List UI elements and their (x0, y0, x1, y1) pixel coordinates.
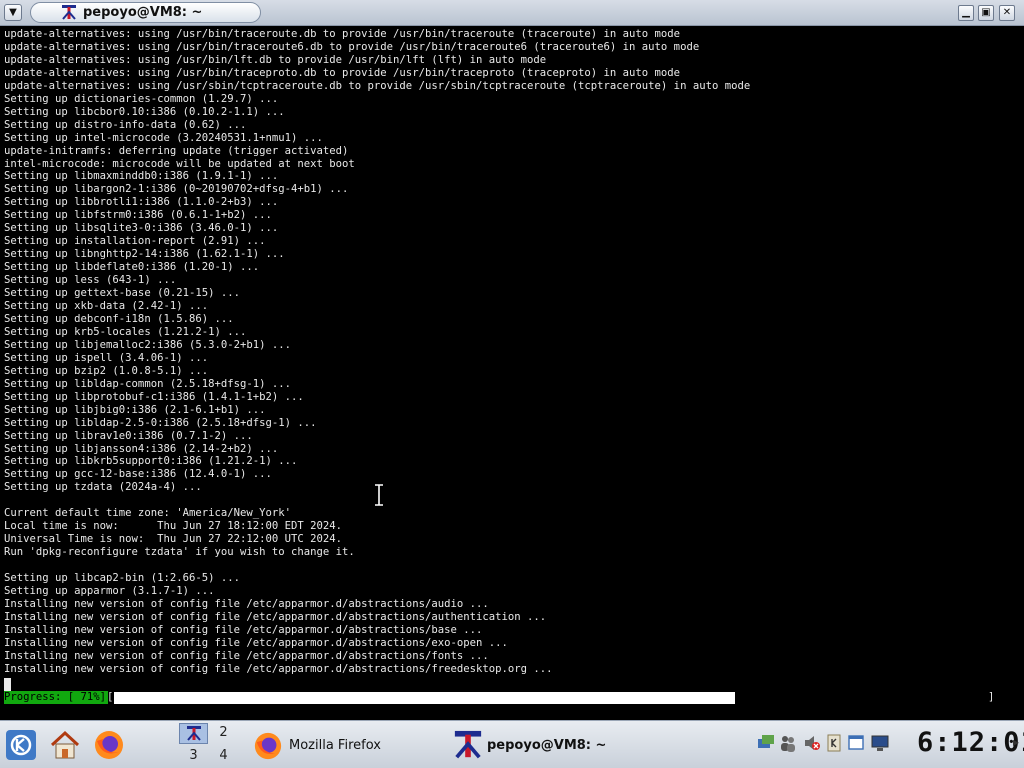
terminal-line: Universal Time is now: Thu Jun 27 22:12:… (4, 533, 343, 546)
system-tray (757, 733, 893, 755)
terminal-line: update-alternatives: using /usr/sbin/tcp… (4, 79, 751, 92)
maximize-icon: ▣ (981, 7, 991, 18)
desktop-4-label: 4 (219, 748, 228, 763)
klipper-icon[interactable] (825, 733, 843, 753)
desktop-4-button[interactable]: 4 (209, 746, 238, 767)
terminal-line: Setting up libprotobuf-c1:i386 (1.4.1-1+… (4, 390, 304, 403)
progress-label: Progress: [ 71%] (4, 691, 109, 704)
terminal-line: Setting up libmaxminddb0:i386 (1.9.1-1) … (4, 170, 279, 183)
terminal-line: Setting up libjansson4:i386 (2.14-2+b2) … (4, 442, 279, 455)
terminal-line: Setting up distro-info-data (0.62) ... (4, 118, 247, 131)
terminal-line: Setting up libcap2-bin (1:2.66-5) ... (4, 572, 240, 585)
terminal-line: Setting up libkrb5support0:i386 (1.21.2-… (4, 455, 298, 468)
terminal-line: Setting up libargon2-1:i386 (0~20190702+… (4, 183, 349, 196)
terminal-line: Setting up libjbig0:i386 (2.1-6.1+b1) ..… (4, 403, 266, 416)
terminal-line: Setting up libjemalloc2:i386 (5.3.0-2+b1… (4, 338, 292, 351)
clock[interactable]: 6:12:01 (917, 727, 1024, 758)
minimize-icon: ▁ (962, 7, 970, 18)
terminal-line: Setting up less (643-1) ... (4, 274, 177, 287)
text-cursor-icon (375, 484, 383, 506)
terminal-line: update-alternatives: using /usr/bin/trac… (4, 28, 681, 40)
terminal-line: Setting up debconf-i18n (1.5.86) ... (4, 312, 234, 325)
konsole-k-icon (62, 5, 76, 20)
terminal-line: update-alternatives: using /usr/bin/lft.… (4, 53, 547, 66)
terminal-line: Setting up libnghttp2-14:i386 (1.62.1-1)… (4, 248, 285, 261)
desktop-2-button[interactable]: 2 (209, 723, 238, 744)
window-title-area[interactable]: pepoyo@VM8: ~ (30, 2, 261, 23)
desktop-pager: 2 3 4 (179, 723, 239, 767)
terminal-cursor (4, 678, 11, 691)
desktop-3-label: 3 (189, 748, 198, 763)
terminal-view[interactable]: update-alternatives: using /usr/bin/trac… (0, 26, 1024, 720)
terminal-line: Local time is now: Thu Jun 27 18:12:00 E… (4, 520, 343, 533)
terminal-line: Setting up libldap-common (2.5.18+dfsg-1… (4, 377, 292, 390)
terminal-line: Setting up librav1e0:i386 (0.7.1-2) ... (4, 429, 253, 442)
terminal-line: Setting up libldap-2.5-0:i386 (2.5.18+df… (4, 416, 317, 429)
terminal-line: Setting up libdeflate0:i386 (1.20-1) ... (4, 261, 260, 274)
progress-bar (114, 692, 988, 704)
terminal-line: Setting up dictionaries-common (1.29.7) … (4, 92, 279, 105)
window-list-icon[interactable] (847, 733, 865, 753)
terminal-line: Run 'dpkg-reconfigure tzdata' if you wis… (4, 546, 355, 559)
terminal-line: Setting up gettext-base (0.21-15) ... (4, 287, 240, 300)
terminal-line: Setting up intel-microcode (3.20240531.1… (4, 131, 323, 144)
desktop-1-button[interactable] (179, 723, 208, 744)
people-icon[interactable] (779, 733, 797, 753)
terminal-line: Setting up libbrotli1:i386 (1.1.0-2+b3) … (4, 196, 279, 209)
terminal-line: Setting up ispell (3.4.06-1) ... (4, 351, 209, 364)
terminal-line: Setting up installation-report (2.91) ..… (4, 235, 266, 248)
terminal-line: Current default time zone: 'America/New_… (4, 507, 292, 520)
maximize-button[interactable]: ▣ (978, 5, 994, 21)
terminal-line: Installing new version of config file /e… (4, 649, 489, 662)
terminal-line: update-initramfs: deferring update (trig… (4, 144, 349, 157)
window-titlebar[interactable]: ▼ pepoyo@VM8: ~ ▁ ▣ ✕ (0, 0, 1024, 26)
close-button[interactable]: ✕ (999, 5, 1015, 21)
terminal-line: Setting up libsqlite3-0:i386 (3.46.0-1) … (4, 222, 279, 235)
progress-close-bracket: ] (988, 691, 995, 703)
terminal-line: Setting up bzip2 (1.0.8-5.1) ... (4, 364, 209, 377)
kde-menu-icon[interactable] (5, 729, 37, 761)
firefox-icon[interactable] (93, 729, 125, 761)
window-menu-button[interactable]: ▼ (4, 4, 22, 21)
terminal-line: Setting up libfstrm0:i386 (0.6.1-1+b2) .… (4, 209, 272, 222)
terminal-line: Setting up gcc-12-base:i386 (12.4.0-1) .… (4, 468, 272, 481)
minimize-button[interactable]: ▁ (958, 5, 974, 21)
home-folder-icon[interactable] (49, 729, 81, 761)
konsole-k-icon (454, 730, 482, 759)
close-icon: ✕ (1002, 7, 1012, 18)
terminal-line: Setting up krb5-locales (1.21.2-1) ... (4, 325, 247, 338)
chevron-down-icon: ▼ (9, 7, 17, 18)
task-label: Mozilla Firefox (289, 738, 381, 753)
firefox-icon (254, 732, 282, 760)
volume-mute-icon[interactable] (803, 733, 821, 753)
terminal-line: Installing new version of config file /e… (4, 610, 547, 623)
progress-open-bracket: [ (107, 691, 114, 703)
progress-bar-fill (114, 692, 735, 704)
desktop-2-label: 2 (219, 725, 228, 740)
terminal-line: Installing new version of config file /e… (4, 636, 508, 649)
display-icon[interactable] (871, 733, 889, 753)
terminal-line: Setting up apparmor (3.1.7-1) ... (4, 584, 215, 597)
terminal-line: Setting up libcbor0.10:i386 (0.10.2-1.1)… (4, 105, 285, 118)
task-terminal[interactable]: pepoyo@VM8: ~ (447, 723, 647, 767)
terminal-output: update-alternatives: using /usr/bin/trac… (4, 28, 750, 676)
terminal-line: update-alternatives: using /usr/bin/trac… (4, 66, 681, 79)
taskbar-expand-arrow-icon[interactable]: ▸ (1013, 735, 1019, 749)
terminal-line: Installing new version of config file /e… (4, 662, 553, 675)
window-title: pepoyo@VM8: ~ (83, 5, 203, 20)
terminal-line: intel-microcode: microcode will be updat… (4, 157, 355, 170)
task-firefox[interactable]: Mozilla Firefox (247, 723, 437, 767)
task-label: pepoyo@VM8: ~ (487, 738, 607, 753)
terminal-line: Installing new version of config file /e… (4, 623, 483, 636)
terminal-line: Setting up xkb-data (2.42-1) ... (4, 300, 209, 313)
taskbar: 2 3 4 Mozilla Firefox pepoyo@VM8: ~ 6:12… (0, 720, 1024, 768)
desktop-3-button[interactable]: 3 (179, 746, 208, 767)
terminal-line: update-alternatives: using /usr/bin/trac… (4, 40, 700, 53)
terminal-line: Installing new version of config file /e… (4, 597, 489, 610)
network-icon[interactable] (757, 733, 775, 753)
konsole-k-icon (186, 726, 201, 741)
